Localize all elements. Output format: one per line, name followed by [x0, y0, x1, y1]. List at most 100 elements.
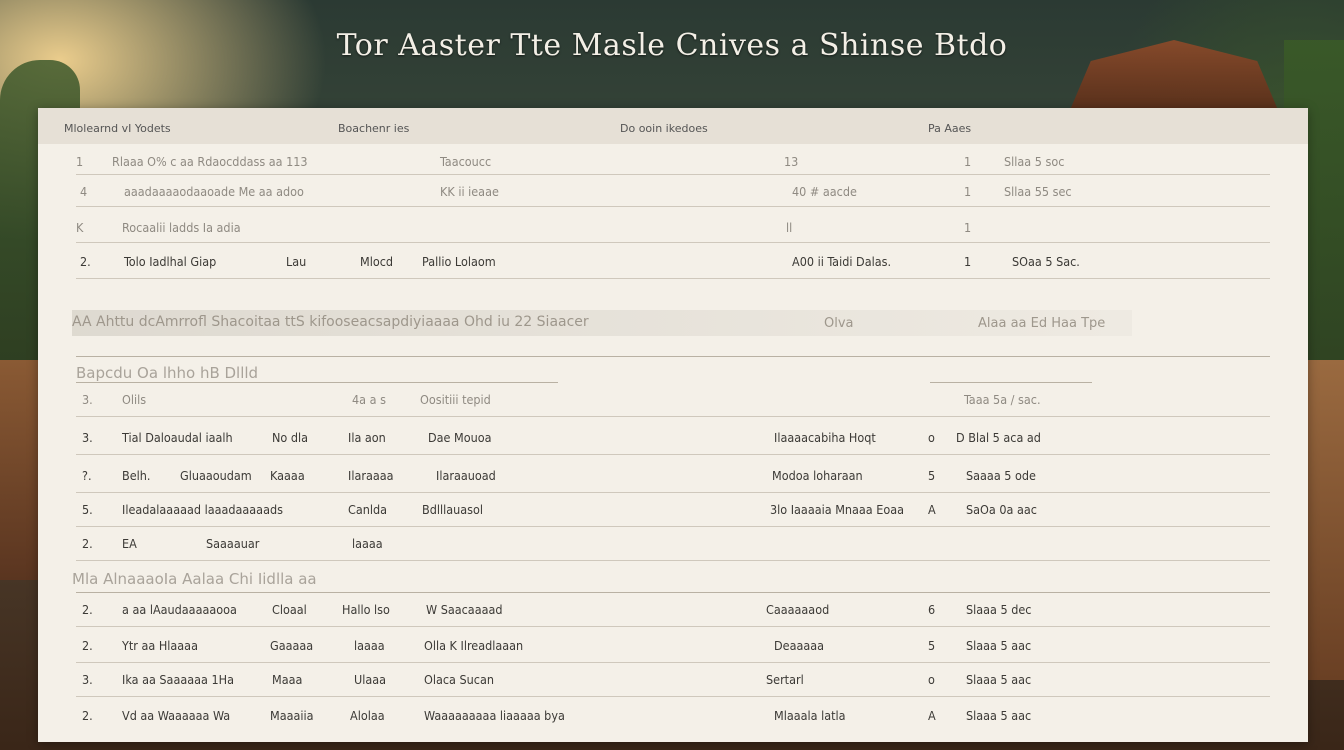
row-col3: Deaaaaa — [774, 638, 825, 653]
row-col2: Ilaraauoad — [436, 468, 496, 483]
section-title: Mla AlnaaaoIa Aalaa Chi Iidlla aa — [72, 570, 317, 588]
section-title: Bapcdu Oa lhho hB Dllld — [76, 364, 259, 382]
menu-sheet: Mlolearnd vI Yodets Boachenr ies Do ooin… — [38, 108, 1308, 742]
row-number: 3. — [82, 392, 93, 407]
table-row[interactable]: 1 Rlaaa O% c aa Rdaocddass aa 113 Taacou… — [76, 154, 1270, 175]
row-number: 1 — [76, 154, 84, 169]
table-row[interactable]: 3. Tial Daloaudal iaalh No dla Ila aon D… — [76, 430, 1270, 455]
row-name: Tolo Iadlhal Giap — [124, 254, 217, 269]
row-number: K — [76, 220, 84, 235]
row-name: Vd aa Waaaaaa Wa — [122, 708, 231, 723]
row-name: Tial Daloaudal iaalh — [122, 430, 233, 445]
table-row[interactable]: ?. Belh. Gluaaoudam Kaaaa Ilaraaaa Ilara… — [76, 468, 1270, 493]
row-col2: Bdlllauasol — [422, 502, 484, 517]
row-col3: Mlaaala latla — [774, 708, 846, 723]
row-value: Slaaa 5 aac — [966, 708, 1032, 723]
row-value: SOaa 5 Sac. — [1012, 254, 1080, 269]
row-number: 4 — [80, 184, 88, 199]
row-name: aaadaaaaodaaoade Me aa adoo — [124, 184, 304, 199]
table-row[interactable]: 2. a aa lAaudaaaaaooa Cloaal Hallo lso W… — [76, 602, 1270, 627]
row-number: 2. — [82, 708, 93, 723]
table-row[interactable]: 2. EA Saaaauar laaaa — [76, 536, 1270, 561]
row-num2: o — [928, 430, 935, 445]
row-col3: Ilaaaacabiha Hoqt — [774, 430, 876, 445]
row-col2: Taacoucc — [440, 154, 492, 169]
row-col2a: Alolaa — [350, 708, 385, 723]
row-col2: Dae Mouoa — [428, 430, 492, 445]
table-row[interactable]: 3. Ika aa Saaaaaa 1Ha Maaa Ulaaa Olaca S… — [76, 672, 1270, 697]
table-row[interactable]: 2. Vd aa Waaaaaa Wa Maaaiia Alolaa Waaaa… — [76, 708, 1270, 732]
row-number: 2. — [80, 254, 91, 269]
row-num2: 1 — [964, 220, 972, 235]
row-col2: Pallio Lolaom — [422, 254, 496, 269]
row-col2: Oositiii tepid — [420, 392, 491, 407]
row-col2a: laaaa — [354, 638, 385, 653]
row-col1b: Gaaaaa — [270, 638, 314, 653]
row-col2a: Ilaraaaa — [348, 468, 394, 483]
banner-text: AA Ahttu dcAmrrofl Shacoitaa ttS kifoose… — [72, 314, 589, 330]
row-number: 3. — [82, 430, 93, 445]
row-num2: 1 — [964, 154, 972, 169]
row-col3: A00 ii Taidi Dalas. — [792, 254, 892, 269]
row-name: Olils — [122, 392, 147, 407]
row-col2: Waaaaaaaaa liaaaaa bya — [424, 708, 565, 723]
row-col1b: Maaaiia — [270, 708, 314, 723]
row-value: Slaaa 5 aac — [966, 672, 1032, 687]
row-col1c: Kaaaa — [270, 468, 305, 483]
row-value: Sllaa 5 soc — [1004, 154, 1065, 169]
row-col3: 3lo Iaaaaia Mnaaa Eoaa — [770, 502, 905, 517]
row-num2: A — [928, 502, 936, 517]
row-col1b: Maaa — [272, 672, 303, 687]
row-value: Slaaa 5 aac — [966, 638, 1032, 653]
table-row[interactable]: 5. Ileadalaaaaad laaadaaaaads Canlda Bdl… — [76, 502, 1270, 527]
row-col2a: Mlocd — [360, 254, 394, 269]
row-col1b: No dla — [272, 430, 309, 445]
row-col1b: Cloaal — [272, 602, 307, 617]
row-col2: W Saacaaaad — [426, 602, 503, 617]
page-title: Tor Aaster Tte Masle Cnives a Shinse Btd… — [336, 28, 1008, 63]
row-number: 5. — [82, 502, 93, 517]
row-num2: A — [928, 708, 936, 723]
divider — [930, 382, 1092, 383]
row-number: ?. — [82, 468, 92, 483]
row-value: Taaa 5a / sac. — [964, 392, 1041, 407]
row-name: Ileadalaaaaad laaadaaaaads — [122, 502, 283, 517]
row-col3: Sertarl — [766, 672, 804, 687]
table-row[interactable]: 2. Tolo Iadlhal Giap Lau Mlocd Pallio Lo… — [76, 254, 1270, 279]
row-name: Ytr aa Hlaaaa — [122, 638, 198, 653]
banner-value: Alaa aa Ed Haa Tpe — [978, 316, 1106, 331]
table-row[interactable]: 3. Olils 4a a s Oositiii tepid Taaa 5a /… — [76, 392, 1270, 417]
row-col1b: Saaaauar — [206, 536, 260, 551]
row-col1b: Gluaaoudam — [180, 468, 252, 483]
row-col2: KK ii ieaae — [440, 184, 499, 199]
row-name: Belh. — [122, 468, 151, 483]
banner-col3: Olva — [824, 316, 854, 331]
row-value: D Blal 5 aca ad — [956, 430, 1041, 445]
background-shelf-right — [1308, 360, 1344, 680]
row-col2a: Ulaaa — [354, 672, 387, 687]
table-row[interactable]: 4 aaadaaaaodaaoade Me aa adoo KK ii ieaa… — [76, 184, 1270, 207]
row-col2a: Canlda — [348, 502, 388, 517]
row-value: SaOa 0a aac — [966, 502, 1037, 517]
row-number: 2. — [82, 638, 93, 653]
row-col2a: 4a a s — [352, 392, 386, 407]
row-number: 2. — [82, 536, 93, 551]
divider — [76, 592, 1270, 593]
row-num2: 5 — [928, 468, 936, 483]
row-value: Saaaa 5 ode — [966, 468, 1036, 483]
row-name: Rocaalii ladds Ia adia — [122, 220, 241, 235]
row-col1b: Lau — [286, 254, 307, 269]
rows-container: 1 Rlaaa O% c aa Rdaocddass aa 113 Taacou… — [38, 108, 1308, 742]
row-col3: Caaaaaaod — [766, 602, 830, 617]
row-num2: 1 — [964, 184, 972, 199]
row-name: a aa lAaudaaaaaooa — [122, 602, 237, 617]
table-row[interactable]: K Rocaalii ladds Ia adia ll 1 — [76, 220, 1270, 243]
row-value: Sllaa 55 sec — [1004, 184, 1072, 199]
row-num2: 5 — [928, 638, 936, 653]
row-number: 3. — [82, 672, 93, 687]
divider — [76, 382, 558, 383]
table-row[interactable]: 2. Ytr aa Hlaaaa Gaaaaa laaaa Olla K Ilr… — [76, 638, 1270, 663]
row-num2: 1 — [964, 254, 972, 269]
row-name: EA — [122, 536, 137, 551]
background-shelf-left — [0, 360, 40, 580]
